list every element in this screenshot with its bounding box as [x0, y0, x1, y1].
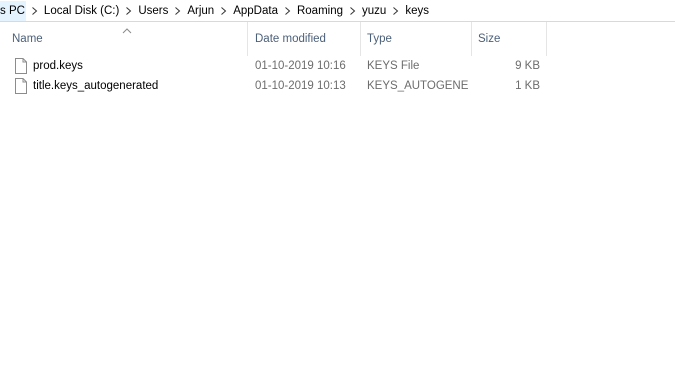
sort-ascending-icon — [122, 25, 132, 34]
file-type: KEYS_AUTOGENE... — [367, 80, 469, 92]
file-date-modified: 01-10-2019 10:16 — [255, 60, 346, 72]
file-explorer-window: s PC Local Disk (C:) Users Arjun AppData… — [0, 0, 675, 372]
chevron-right-icon[interactable] — [26, 1, 43, 21]
breadcrumb-item-this-pc[interactable]: s PC — [0, 0, 26, 21]
breadcrumb-item-local-disk[interactable]: Local Disk (C:) — [43, 1, 120, 21]
breadcrumb-item-appdata[interactable]: AppData — [232, 1, 279, 21]
file-name-cell: title.keys_autogenerated — [12, 76, 244, 96]
file-name: title.keys_autogenerated — [33, 80, 159, 92]
file-type: KEYS File — [367, 60, 420, 72]
breadcrumb-item-users[interactable]: Users — [137, 1, 169, 21]
column-header-size[interactable]: Size — [472, 22, 547, 56]
chevron-right-icon[interactable] — [215, 1, 232, 21]
breadcrumb-item-yuzu[interactable]: yuzu — [361, 1, 387, 21]
column-header-date-modified[interactable]: Date modified — [249, 22, 361, 56]
chevron-right-icon[interactable] — [169, 1, 186, 21]
column-header-row: Name Date modified Type Size — [0, 22, 675, 56]
file-size: 9 KB — [515, 60, 540, 72]
breadcrumb-item-roaming[interactable]: Roaming — [296, 1, 344, 21]
file-name: prod.keys — [33, 60, 83, 72]
column-header-type[interactable]: Type — [361, 22, 472, 56]
column-header-name[interactable]: Name — [0, 22, 248, 56]
file-icon — [14, 58, 28, 74]
chevron-right-icon[interactable] — [120, 1, 137, 21]
breadcrumb: s PC Local Disk (C:) Users Arjun AppData… — [0, 0, 675, 22]
chevron-right-icon[interactable] — [344, 1, 361, 21]
breadcrumb-item-keys[interactable]: keys — [404, 1, 430, 21]
file-row[interactable]: prod.keys 01-10-2019 10:16 KEYS File 9 K… — [0, 56, 560, 76]
chevron-right-icon[interactable] — [387, 1, 404, 21]
file-icon — [14, 78, 28, 94]
breadcrumb-item-arjun[interactable]: Arjun — [186, 1, 215, 21]
chevron-right-icon[interactable] — [279, 1, 296, 21]
file-date-modified: 01-10-2019 10:13 — [255, 80, 346, 92]
file-list: prod.keys 01-10-2019 10:16 KEYS File 9 K… — [0, 56, 675, 96]
file-name-cell: prod.keys — [12, 56, 244, 76]
file-size: 1 KB — [515, 80, 540, 92]
file-row[interactable]: title.keys_autogenerated 01-10-2019 10:1… — [0, 76, 560, 96]
column-header-name-label: Name — [12, 33, 43, 45]
column-header-type-label: Type — [367, 33, 392, 45]
column-header-date-modified-label: Date modified — [255, 33, 326, 45]
column-header-size-label: Size — [478, 33, 501, 45]
